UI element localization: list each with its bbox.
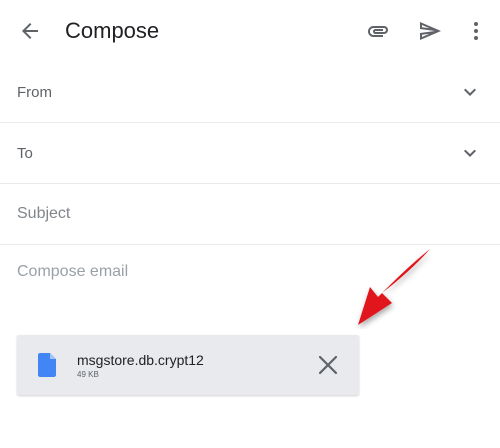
chevron-down-icon[interactable]	[458, 141, 482, 165]
from-field[interactable]: From	[0, 62, 500, 123]
document-icon	[38, 353, 56, 377]
attachment-size: 49 KB	[77, 370, 99, 379]
chevron-down-icon[interactable]	[458, 80, 482, 104]
to-field[interactable]: To	[0, 123, 500, 184]
more-vert-icon[interactable]	[464, 19, 488, 43]
subject-field[interactable]: Subject	[0, 184, 500, 245]
page-title: Compose	[65, 18, 160, 43]
subject-placeholder: Subject	[17, 205, 71, 222]
top-app-bar: Compose	[0, 0, 500, 62]
send-icon[interactable]	[418, 19, 442, 43]
attachment-chip[interactable]: msgstore.db.crypt12 49 KB	[17, 335, 359, 395]
close-icon[interactable]	[317, 354, 339, 376]
from-label: From	[17, 84, 52, 101]
paperclip-icon[interactable]	[366, 19, 390, 43]
attachment-filename: msgstore.db.crypt12	[77, 352, 204, 368]
annotation-arrow-icon	[352, 245, 436, 329]
arrow-back-icon[interactable]	[18, 19, 42, 43]
to-label: To	[17, 145, 33, 162]
